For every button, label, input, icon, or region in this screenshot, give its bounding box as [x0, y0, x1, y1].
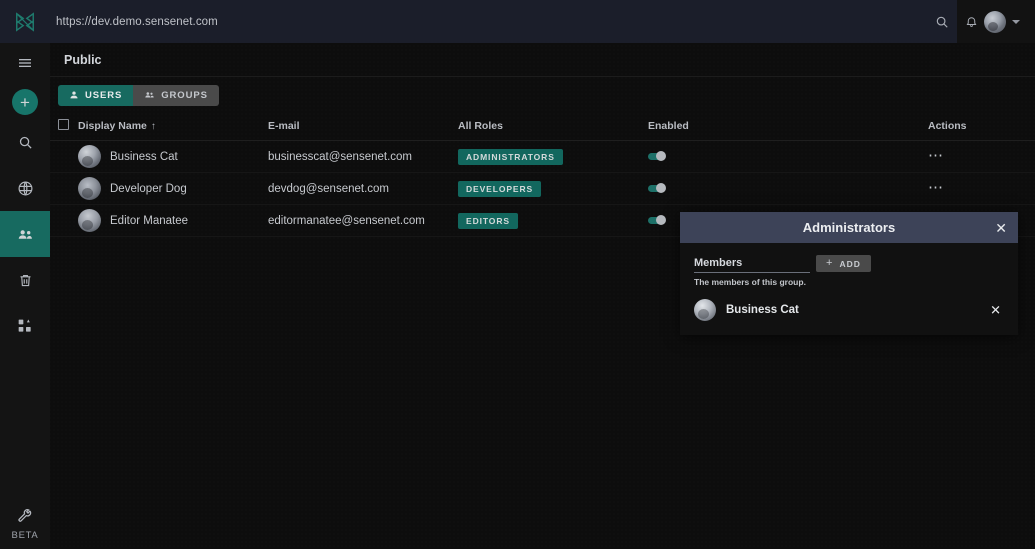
tab-users-label: USERS [85, 89, 123, 101]
sidebar: BETA [0, 43, 50, 549]
row-enabled-cell [648, 172, 928, 205]
close-icon[interactable]: ✕ [995, 221, 1007, 235]
add-member-label: ADD [839, 258, 861, 269]
bell-icon[interactable] [965, 15, 978, 28]
table-header-row: Display Name ↑ E-mail All Roles Enabled A… [50, 113, 1035, 141]
tabbar: USERS GROUPS [50, 77, 1035, 113]
row-actions-cell: ⋯ [928, 140, 1035, 173]
more-horizontal-icon[interactable]: ⋯ [928, 179, 944, 196]
remove-member-icon[interactable]: ✕ [990, 304, 1001, 317]
tab-groups[interactable]: GROUPS [133, 84, 219, 106]
user-avatar[interactable] [984, 10, 1006, 33]
breadcrumb: Public [50, 43, 1035, 77]
hamburger-menu-icon[interactable] [0, 43, 50, 83]
select-all-header [50, 113, 78, 141]
table-row[interactable]: Business Cat businesscat@sensenet.com AD… [50, 140, 1035, 173]
sidebar-item-trash[interactable] [0, 257, 50, 303]
row-email: devdog@sensenet.com [268, 172, 458, 205]
wrench-icon[interactable] [0, 508, 50, 524]
row-email: editormanatee@sensenet.com [268, 204, 458, 237]
row-display-name-cell: Editor Manatee [78, 204, 268, 237]
browser-topbar: https://dev.demo.sensenet.com [0, 0, 1035, 43]
dialog-body: Members + ADD The members of this group.… [680, 243, 1018, 321]
plus-icon: + [826, 257, 834, 269]
row-display-name-cell: Business Cat [78, 140, 268, 173]
chevron-down-icon[interactable] [1012, 19, 1020, 24]
status-badge[interactable]: DEVELOPERS [458, 180, 542, 197]
app-root: https://dev.demo.sensenet.com + BETA Pub… [0, 0, 1035, 549]
browser-search-icon[interactable] [935, 0, 949, 43]
row-display-name: Business Cat [110, 150, 178, 163]
breadcrumb-label: Public [64, 52, 102, 67]
dialog-header: Administrators ✕ [680, 212, 1018, 243]
avatar [78, 209, 101, 232]
members-input[interactable]: Members [694, 257, 810, 273]
tab-users[interactable]: USERS [58, 84, 134, 106]
group-icon [144, 90, 155, 100]
row-role-cell: DEVELOPERS [458, 172, 648, 205]
enabled-toggle[interactable] [648, 150, 666, 161]
table-head: Display Name ↑ E-mail All Roles Enabled A… [50, 113, 1035, 141]
dialog-title: Administrators [802, 220, 896, 235]
row-role-cell: EDITORS [458, 204, 648, 237]
column-header-display-name[interactable]: Display Name ↑ [78, 113, 268, 141]
enabled-toggle[interactable] [648, 214, 666, 225]
row-checkbox-cell [50, 140, 78, 173]
person-icon [69, 90, 79, 100]
add-new-button[interactable] [12, 89, 38, 115]
avatar [78, 177, 101, 200]
avatar [78, 145, 101, 168]
members-helper-text: The members of this group. [694, 277, 806, 287]
sidebar-item-apps[interactable] [0, 303, 50, 349]
arrow-up-icon: ↑ [150, 121, 156, 132]
members-label: Members [694, 257, 743, 269]
more-horizontal-icon[interactable]: ⋯ [928, 147, 944, 164]
group-details-dialog: Administrators ✕ Members + ADD The membe… [680, 212, 1018, 335]
tab-group: USERS GROUPS [58, 84, 219, 106]
column-header-actions: Actions [928, 113, 1035, 141]
sidebar-item-search[interactable] [0, 119, 50, 165]
list-item[interactable]: Business Cat ✕ [694, 299, 1004, 321]
members-underline [694, 272, 810, 273]
status-badge[interactable]: EDITORS [458, 212, 518, 229]
url-text: https://dev.demo.sensenet.com [56, 15, 218, 28]
row-checkbox-cell [50, 172, 78, 205]
member-name: Business Cat [726, 304, 799, 316]
enabled-toggle[interactable] [648, 182, 666, 193]
avatar [694, 299, 716, 321]
tab-groups-label: GROUPS [161, 89, 208, 101]
table-row[interactable]: Developer Dog devdog@sensenet.com DEVELO… [50, 172, 1035, 205]
row-enabled-cell [648, 140, 928, 173]
column-header-display-name-label: Display Name [78, 120, 147, 132]
column-header-email[interactable]: E-mail [268, 113, 458, 141]
sidebar-item-content[interactable] [0, 165, 50, 211]
row-actions-cell: ⋯ [928, 172, 1035, 205]
sidebar-footer: BETA [0, 508, 50, 541]
column-header-all-roles[interactable]: All Roles [458, 113, 648, 141]
members-field-row: Members + ADD [694, 255, 1004, 273]
row-email: businesscat@sensenet.com [268, 140, 458, 173]
sensenet-logo-icon [0, 0, 50, 43]
row-display-name: Developer Dog [110, 182, 187, 195]
sidebar-item-users-and-groups[interactable] [0, 211, 50, 257]
row-display-name: Editor Manatee [110, 214, 188, 227]
row-checkbox-cell [50, 204, 78, 237]
account-area [957, 0, 1035, 43]
row-display-name-cell: Developer Dog [78, 172, 268, 205]
column-header-enabled[interactable]: Enabled [648, 113, 928, 141]
row-role-cell: ADMINISTRATORS [458, 140, 648, 173]
add-member-button[interactable]: + ADD [816, 255, 871, 272]
status-badge[interactable]: ADMINISTRATORS [458, 148, 563, 165]
select-all-checkbox[interactable] [58, 119, 69, 130]
beta-label: BETA [11, 530, 39, 541]
